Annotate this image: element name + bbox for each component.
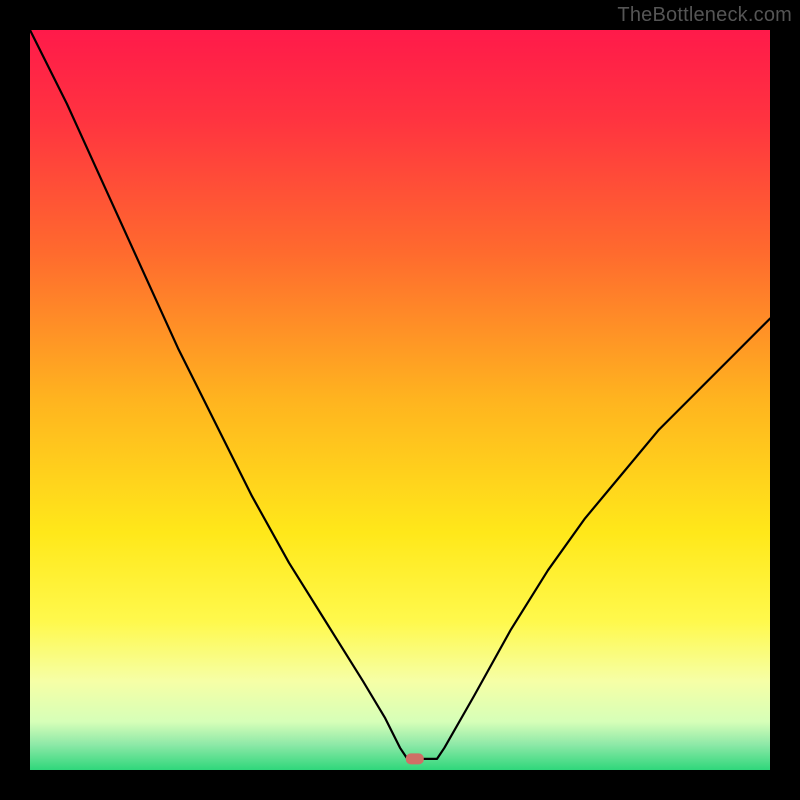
bottleneck-chart: TheBottleneck.com (0, 0, 800, 800)
chart-svg (0, 0, 800, 800)
plot-area (30, 30, 770, 770)
watermark-text: TheBottleneck.com (617, 4, 792, 27)
min-marker (406, 753, 424, 764)
